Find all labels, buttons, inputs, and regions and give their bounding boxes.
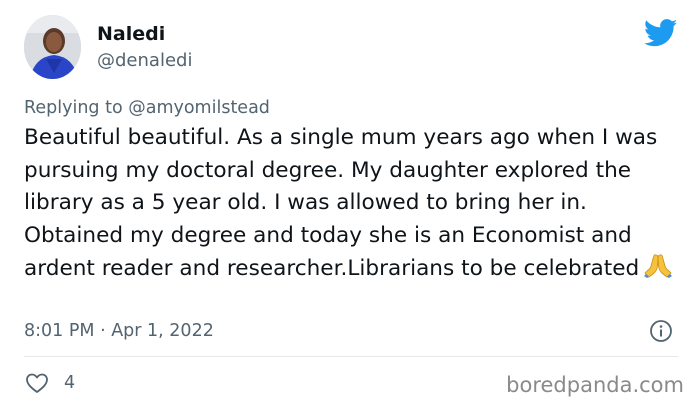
- user-handle[interactable]: @denaledi: [97, 49, 192, 73]
- twitter-bird-icon[interactable]: [644, 19, 678, 47]
- like-count[interactable]: 4: [64, 371, 75, 395]
- tweet-timestamp[interactable]: 8:01 PM · Apr 1, 2022: [24, 319, 214, 343]
- replying-to[interactable]: Replying to @amyomilstead: [24, 96, 270, 120]
- folded-hands-emoji: [644, 254, 673, 279]
- avatar[interactable]: [24, 15, 81, 79]
- info-icon[interactable]: [649, 319, 673, 343]
- watermark: boredpanda.com: [506, 373, 684, 397]
- tweet-text: Beautiful beautiful. As a single mum yea…: [24, 125, 658, 282]
- tweet-body: Beautiful beautiful. As a single mum yea…: [24, 122, 686, 286]
- divider: [24, 356, 678, 357]
- heart-outline-icon[interactable]: [25, 372, 49, 394]
- display-name[interactable]: Naledi: [97, 22, 165, 46]
